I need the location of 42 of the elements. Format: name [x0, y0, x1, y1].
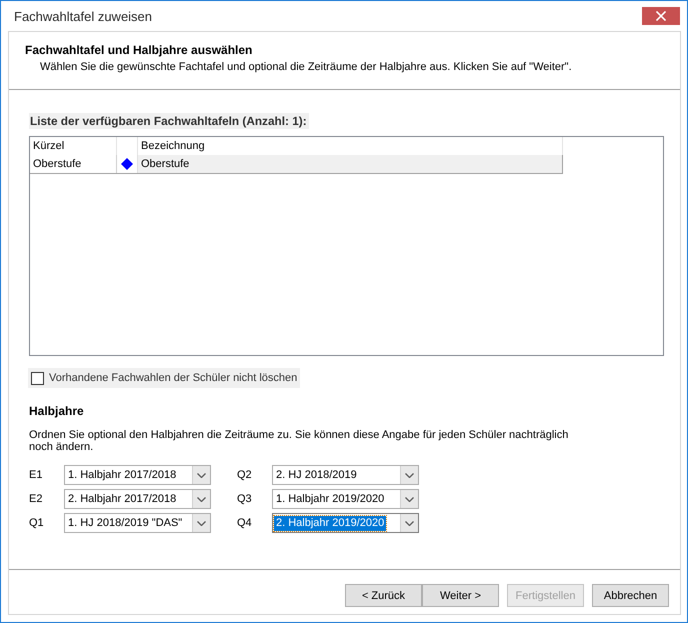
step-title: Fachwahltafel und Halbjahre auswählen: [25, 43, 252, 57]
field-label: Q4: [237, 517, 253, 529]
wizard-button[interactable]: Weiter >: [422, 584, 499, 607]
dropdown-button[interactable]: [400, 466, 418, 484]
field-label: Q2: [237, 469, 253, 481]
list-caption: Liste der verfügbaren Fachwahltafeln (Anzahl: 1):: [29, 113, 309, 129]
field-label: Q1: [29, 517, 45, 529]
dropdown-field[interactable]: 2. Halbjahr 2019/2020: [272, 513, 419, 533]
dropdown-button[interactable]: [400, 490, 418, 508]
field-label: E1: [29, 469, 44, 481]
dropdown-field[interactable]: 2. Halbjahr 2017/2018: [64, 489, 211, 509]
step-description: Wählen Sie die gewünschte Fachtafel und optional die Zeiträume der Halbjahre aus. Klicken Sie auf "Weiter".: [39, 60, 572, 74]
section-description: Ordnen Sie optional den Halbjahren die Zeiträume zu. Sie können diese Angabe für jeden Schüler nachträglich noch ändern.: [29, 429, 570, 453]
wizard-button[interactable]: Abbrechen: [592, 584, 669, 607]
window-title: Fachwahltafel zuweisen: [14, 8, 152, 24]
dropdown-button[interactable]: [400, 514, 418, 532]
chevron-icon: [405, 520, 414, 526]
dropdown-button[interactable]: [192, 514, 210, 532]
dropdown-field[interactable]: 1. HJ 2018/2019 "DAS": [64, 513, 211, 533]
chevron-icon: [197, 496, 206, 502]
field-label: Q3: [237, 493, 253, 505]
dropdown-field[interactable]: 2. HJ 2018/2019: [272, 465, 419, 485]
dropdown-field[interactable]: 1. Halbjahr 2019/2020: [272, 489, 419, 509]
dropdown-button[interactable]: [192, 466, 210, 484]
close-icon: [656, 11, 666, 21]
section-title: Halbjahre: [29, 404, 84, 418]
wizard-button[interactable]: < Zurück: [345, 584, 422, 607]
close-button[interactable]: [642, 7, 680, 25]
dropdown-button[interactable]: [192, 490, 210, 508]
dropdown-field[interactable]: 1. Halbjahr 2017/2018: [64, 465, 211, 485]
table-row[interactable]: Oberstufe Oberstufe: [30, 155, 563, 174]
checkbox-label: Vorhandene Fachwahlen der Schüler nicht löschen: [49, 372, 298, 384]
table-cell-text: Oberstufe: [140, 157, 190, 172]
diamond-icon: [121, 158, 133, 170]
chevron-icon: [197, 472, 206, 478]
table-cell: Oberstufe: [30, 155, 117, 173]
chevron-icon: [405, 496, 414, 502]
chevron-icon: [405, 472, 414, 478]
chevron-icon: [197, 520, 206, 526]
checkbox-row[interactable]: Vorhandene Fachwahlen der Schüler nicht löschen: [28, 368, 300, 388]
field-label: E2: [29, 493, 44, 505]
checkbox[interactable]: [31, 372, 44, 384]
